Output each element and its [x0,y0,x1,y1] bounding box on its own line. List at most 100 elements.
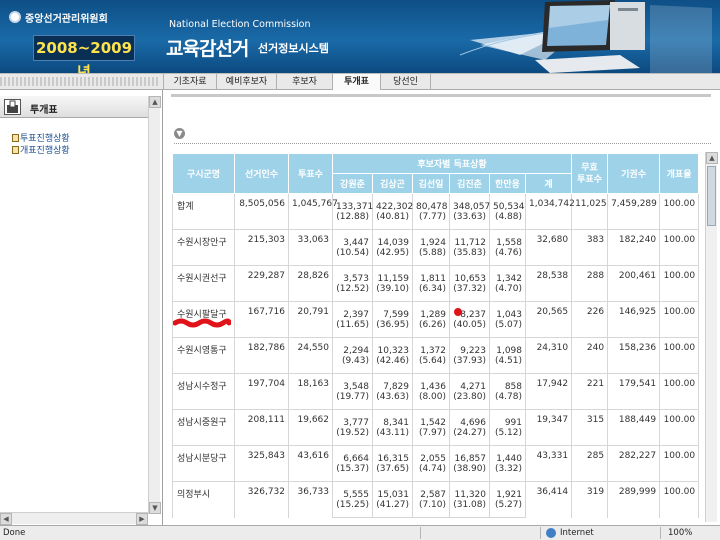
scroll-up-arrow-icon[interactable]: ▲ [149,96,161,108]
voters-cell: 18,163 [288,373,333,410]
sidebar-vertical-scrollbar[interactable]: ▲ ▼ [148,96,161,514]
sidebar-horizontal-scrollbar[interactable]: ◀ ▶ [0,512,148,525]
nav-decoration [0,77,160,86]
candidate-votes-cell: 1,436 [412,373,450,392]
candidate-percent-cell: (37.93) [449,355,490,374]
sum-cell: 32,680 [524,229,573,266]
progress-cell: 100.00 [659,337,700,374]
candidate-percent-cell: (19.77) [332,391,373,410]
candidate-percent-cell: (39.10) [372,283,413,302]
sum-cell: 19,347 [524,409,573,446]
candidate-percent-cell: (4.88) [489,211,526,230]
zoom-level[interactable]: 100% [668,528,692,538]
voters-cell: 43,616 [288,445,333,482]
candidate-votes-cell: 2,055 [412,445,450,464]
candidate-votes-cell: 2,294 [332,337,373,356]
folder-icon [12,134,19,142]
sidebar-item-label: 개표진행상황 [20,146,70,156]
scroll-down-arrow-icon[interactable]: ▼ [149,502,161,514]
tab-preliminary-candidates[interactable]: 예비후보자 [216,74,276,90]
nav-spacer [430,74,720,90]
main-nav: 기초자료 예비후보자 후보자 투개표 당선인 [0,73,720,90]
region-name: 성남시중원구 [172,409,235,446]
main-vertical-scrollbar[interactable]: ▲ [705,152,718,522]
invalid-cell: 315 [571,409,609,446]
candidate-votes-cell: 3,573 [332,265,373,284]
tab-vote-count[interactable]: 투개표 [332,74,380,90]
status-text: Done [3,528,26,538]
abstain-cell: 289,999 [607,481,661,518]
scroll-right-arrow-icon[interactable]: ▶ [136,513,148,525]
candidate-percent-cell: (4.74) [412,463,450,482]
header-abstain: 기권수 [607,153,661,194]
progress-cell: 100.00 [659,265,700,302]
sidebar: 투개표 투표진행상황 개표진행상황 ▲ ▼ ◀ ▶ [0,90,163,525]
header-candidate: 김선일 [412,173,450,194]
table-row: 성남시중원구 208,111 19,662 3,777 8,341 1,542 4,696 9… [172,409,700,446]
candidate-percent-cell: (7.77) [412,211,450,230]
scrollbar-thumb[interactable] [707,166,716,226]
table-row: 합계 8,505,056 1,045,767 133,371 422,302 80,478… [172,193,700,230]
invalid-cell: 285 [571,445,609,482]
system-title: 교육감선거 [166,38,249,60]
electorate-cell: 215,303 [234,229,289,266]
progress-cell: 100.00 [659,229,700,266]
abstain-cell: 188,449 [607,409,661,446]
region-name: 수원시영통구 [172,337,235,374]
voters-cell: 19,662 [288,409,333,446]
candidate-votes-cell: 3,777 [332,409,373,428]
candidate-votes-cell: 858 [489,373,526,392]
vote-count-table: 구시군명 선거인수 투표수 후보자별 득표상황 무효 투표수 기권수 개표율 강… [172,153,700,518]
candidate-votes-cell: 10,323 [372,337,413,356]
candidate-percent-cell: (7.10) [412,499,450,518]
sidebar-title: 투개표 [30,105,58,116]
progress-cell: 100.00 [659,373,700,410]
candidate-votes-cell: 3,447 [332,229,373,248]
scroll-up-arrow-icon[interactable]: ▲ [706,152,718,164]
folder-icon [12,146,19,154]
candidate-votes-cell: 1,811 [412,265,450,284]
electorate-cell: 208,111 [234,409,289,446]
candidate-percent-cell: (37.32) [449,283,490,302]
voters-cell: 20,791 [288,301,333,338]
down-arrow-icon[interactable]: ▼ [174,128,185,139]
scroll-left-arrow-icon[interactable]: ◀ [0,513,12,525]
candidate-votes-cell: 5,555 [332,481,373,500]
progress-cell: 100.00 [659,409,700,446]
tab-elected[interactable]: 당선인 [380,74,430,90]
candidate-votes-cell: 9,223 [449,337,490,356]
table-row: 수원시영통구 182,786 24,550 2,294 10,323 1,372 9,223… [172,337,700,374]
candidate-percent-cell: (4.78) [489,391,526,410]
candidate-votes-cell: 2,397 [332,301,373,320]
sidebar-item-count-progress[interactable]: 개표진행상황 [12,143,70,156]
electorate-cell: 197,704 [234,373,289,410]
table-row: 수원시팔달구 167,716 20,791 2,397 7,599 1,289 8,237 1… [172,301,700,338]
tab-candidates[interactable]: 후보자 [276,74,332,90]
candidate-percent-cell: (40.05) [449,319,490,338]
header-voters: 투표수 [288,153,333,194]
invalid-cell: 240 [571,337,609,374]
ballot-box-icon [4,99,21,115]
candidate-percent-cell: (43.63) [372,391,413,410]
candidate-votes-cell: 1,043 [489,301,526,320]
candidate-votes-cell: 1,558 [489,229,526,248]
candidate-percent-cell: (5.88) [412,247,450,266]
candidate-percent-cell: (23.80) [449,391,490,410]
region-name: 수원시장안구 [172,229,235,266]
voters-cell: 36,733 [288,481,333,518]
voters-cell: 28,826 [288,265,333,302]
table-row: 의정부시 326,732 36,733 5,555 15,031 2,587 11,320 1… [172,481,700,518]
candidate-percent-cell: (31.08) [449,499,490,518]
candidate-percent-cell: (4.76) [489,247,526,266]
voters-cell: 33,063 [288,229,333,266]
candidate-percent-cell: (3.32) [489,463,526,482]
candidate-percent-cell: (7.97) [412,427,450,446]
candidate-votes-cell: 1,372 [412,337,450,356]
abstain-cell: 146,925 [607,301,661,338]
candidate-votes-cell: 1,289 [412,301,450,320]
candidate-votes-cell: 80,478 [412,193,450,212]
tab-basic-data[interactable]: 기초자료 [163,74,216,90]
system-subtitle: 선거정보시스템 [258,42,329,55]
region-name: 의정부시 [172,481,235,518]
candidate-percent-cell: (5.64) [412,355,450,374]
